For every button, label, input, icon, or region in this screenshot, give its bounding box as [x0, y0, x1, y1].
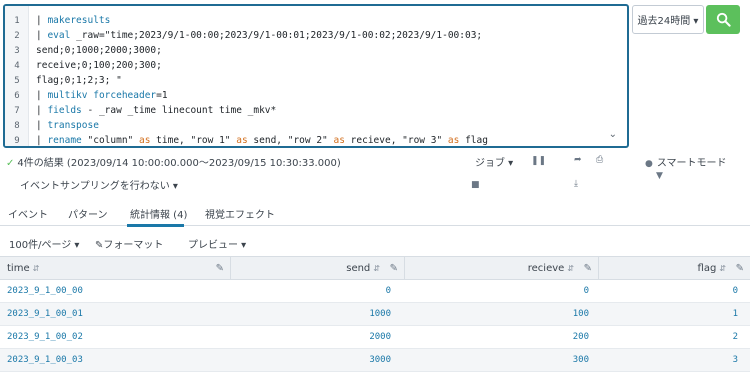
line-number-gutter: 1 2 3 4 5 6 7 8 9 [5, 6, 29, 146]
table-cell[interactable]: 2023_9_1_00_03 [7, 349, 207, 371]
column-header-send[interactable]: send ⇵ ✎ [231, 257, 405, 279]
line-number: 8 [14, 121, 20, 131]
line-number: 5 [14, 76, 20, 86]
line-number: 3 [14, 46, 20, 56]
edit-column-icon[interactable]: ✎ [584, 263, 592, 274]
sort-icon[interactable]: ⇵ [567, 264, 574, 273]
result-status: ✓ 4件の結果 (2023/09/14 10:00:00.000〜2023/09/… [6, 154, 341, 169]
table-cell[interactable]: 100 [405, 303, 589, 325]
column-header-label: recieve [527, 262, 565, 274]
column-header-time[interactable]: time ⇵ ✎ [0, 257, 231, 279]
stop-icon[interactable]: ■ [471, 180, 480, 190]
table-cell[interactable]: 2023_9_1_00_00 [7, 280, 207, 302]
time-range-picker[interactable]: 過去24時間 ▾ [632, 5, 704, 34]
code-line: flag;0;1;2;3; " [36, 75, 122, 86]
table-cell[interactable]: 2023_9_1_00_02 [7, 326, 207, 348]
line-number: 2 [14, 31, 20, 41]
search-mode-menu[interactable]: ● スマートモード [645, 154, 727, 169]
sort-icon[interactable]: ⇵ [719, 264, 726, 273]
column-header-flag[interactable]: flag ⇵ ✎ [599, 257, 750, 279]
table-header: time ⇵ ✎ send ⇵ ✎ recieve ⇵ ✎ flag ⇵ ✎ [0, 256, 750, 280]
table-cell[interactable]: 2000 [231, 326, 391, 348]
code-line: send;0;1000;2000;3000; [36, 45, 162, 56]
table-cell[interactable]: 1 [599, 303, 738, 325]
column-header-label: time [7, 262, 30, 274]
results-tabs: イベント パターン 統計情報 (4) 視覚エフェクト [0, 198, 750, 226]
code-line: | multikv forceheader=1 [36, 90, 168, 101]
code-line: | transpose [36, 120, 99, 131]
line-number: 7 [14, 106, 20, 116]
edit-column-icon[interactable]: ✎ [736, 263, 744, 274]
table-cell[interactable]: 0 [405, 280, 589, 302]
sort-icon[interactable]: ⇵ [373, 264, 380, 273]
chevron-down-icon[interactable]: ▼ [656, 171, 663, 181]
result-count-text: 4件の結果 (2023/09/14 10:00:00.000〜2023/09/1… [17, 158, 341, 169]
code-line: | eval _raw="time;2023/9/1-00:00;2023/9/… [36, 30, 483, 41]
tab-patterns[interactable]: パターン [68, 206, 108, 221]
column-header-recieve[interactable]: recieve ⇵ ✎ [405, 257, 599, 279]
code-line: | fields - _raw _time linecount time _mk… [36, 105, 277, 116]
table-cell[interactable]: 1000 [231, 303, 391, 325]
sort-icon[interactable]: ⇵ [33, 264, 40, 273]
format-menu[interactable]: ✎フォーマット [95, 236, 163, 251]
table-cell[interactable]: 300 [405, 349, 589, 371]
event-sampling-menu[interactable]: イベントサンプリングを行わない ▾ [20, 177, 178, 192]
pause-icon[interactable]: ❚❚ [531, 156, 546, 166]
search-button[interactable] [706, 5, 740, 34]
table-row: 2023_9_1_00_01 1000 100 1 [0, 303, 750, 326]
search-page: 1 2 3 4 5 6 7 8 9 | makeresults | eval _… [0, 0, 750, 374]
preview-menu[interactable]: プレビュー ▾ [188, 236, 246, 251]
table-cell[interactable]: 2023_9_1_00_01 [7, 303, 207, 325]
line-number: 6 [14, 91, 20, 101]
search-icon [716, 12, 731, 27]
search-mode-label: スマートモード [656, 158, 727, 169]
table-cell[interactable]: 3000 [231, 349, 391, 371]
line-number: 9 [14, 136, 20, 146]
line-number: 1 [14, 16, 20, 26]
code-line: | rename "column" as time, "row 1" as se… [36, 135, 488, 146]
rows-per-page-menu[interactable]: 100件/ページ ▾ [9, 236, 79, 251]
table-cell[interactable]: 3 [599, 349, 738, 371]
print-icon[interactable]: ⎙ [596, 155, 603, 165]
edit-column-icon[interactable]: ✎ [216, 263, 224, 274]
column-header-label: flag [697, 262, 717, 274]
tab-events[interactable]: イベント [8, 206, 48, 221]
tab-visualization[interactable]: 視覚エフェクト [205, 206, 275, 221]
table-row: 2023_9_1_00_00 0 0 0 [0, 280, 750, 303]
tab-statistics[interactable]: 統計情報 (4) [130, 206, 187, 221]
line-number: 4 [14, 61, 20, 71]
active-tab-indicator [127, 224, 184, 227]
table-row: 2023_9_1_00_03 3000 300 3 [0, 349, 750, 372]
code-line: | makeresults [36, 15, 111, 26]
search-editor[interactable]: 1 2 3 4 5 6 7 8 9 | makeresults | eval _… [3, 4, 629, 148]
format-label: フォーマット [103, 240, 164, 251]
check-icon: ✓ [6, 158, 15, 169]
table-cell[interactable]: 0 [599, 280, 738, 302]
job-menu[interactable]: ジョブ ▾ [475, 154, 513, 169]
table-cell[interactable]: 0 [231, 280, 391, 302]
edit-column-icon[interactable]: ✎ [390, 263, 398, 274]
export-icon[interactable]: ⤓ [574, 179, 578, 189]
share-icon[interactable]: ➦ [574, 155, 582, 165]
lightbulb-icon: ● [645, 159, 653, 169]
column-header-label: send [346, 262, 371, 274]
table-cell[interactable]: 2 [599, 326, 738, 348]
table-row: 2023_9_1_00_02 2000 200 2 [0, 326, 750, 349]
table-cell[interactable]: 200 [405, 326, 589, 348]
code-line: receive;0;100;200;300; [36, 60, 162, 71]
expand-editor-icon[interactable]: ⌄ [609, 129, 617, 140]
